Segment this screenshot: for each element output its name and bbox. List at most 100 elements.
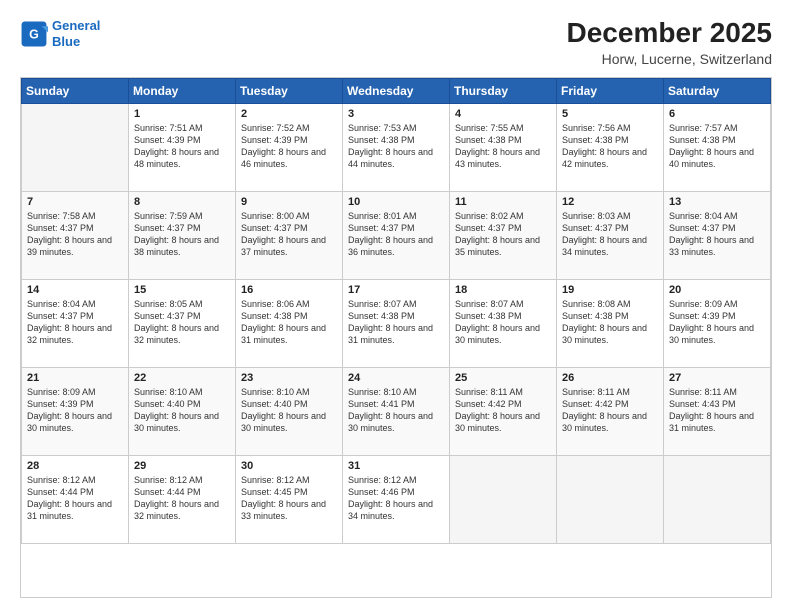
- calendar-cell: 20 Sunrise: 8:09 AMSunset: 4:39 PMDayligh…: [664, 279, 771, 367]
- day-info: Sunrise: 8:07 AMSunset: 4:38 PMDaylight:…: [455, 298, 551, 347]
- day-info: Sunrise: 7:57 AMSunset: 4:38 PMDaylight:…: [669, 122, 765, 171]
- day-number: 27: [669, 372, 765, 384]
- weekday-header: Thursday: [450, 78, 557, 103]
- calendar-cell: 25 Sunrise: 8:11 AMSunset: 4:42 PMDayligh…: [450, 367, 557, 455]
- calendar-cell: 26 Sunrise: 8:11 AMSunset: 4:42 PMDayligh…: [557, 367, 664, 455]
- calendar-cell: 27 Sunrise: 8:11 AMSunset: 4:43 PMDayligh…: [664, 367, 771, 455]
- day-number: 4: [455, 108, 551, 120]
- day-number: 17: [348, 284, 444, 296]
- day-info: Sunrise: 8:10 AMSunset: 4:40 PMDaylight:…: [241, 386, 337, 435]
- day-number: 29: [134, 460, 230, 472]
- calendar-cell: 16 Sunrise: 8:06 AMSunset: 4:38 PMDayligh…: [236, 279, 343, 367]
- day-number: 3: [348, 108, 444, 120]
- day-number: 12: [562, 196, 658, 208]
- day-number: 14: [27, 284, 123, 296]
- day-number: 22: [134, 372, 230, 384]
- day-number: 30: [241, 460, 337, 472]
- day-number: 1: [134, 108, 230, 120]
- weekday-row: SundayMondayTuesdayWednesdayThursdayFrid…: [22, 78, 771, 103]
- day-info: Sunrise: 8:05 AMSunset: 4:37 PMDaylight:…: [134, 298, 230, 347]
- svg-text:G: G: [29, 27, 39, 41]
- day-info: Sunrise: 8:04 AMSunset: 4:37 PMDaylight:…: [27, 298, 123, 347]
- calendar-cell: 1 Sunrise: 7:51 AMSunset: 4:39 PMDaylight…: [129, 103, 236, 191]
- calendar-header: SundayMondayTuesdayWednesdayThursdayFrid…: [22, 78, 771, 103]
- calendar-cell: 10 Sunrise: 8:01 AMSunset: 4:37 PMDayligh…: [343, 191, 450, 279]
- week-row: 7 Sunrise: 7:58 AMSunset: 4:37 PMDaylight…: [22, 191, 771, 279]
- calendar-cell: 4 Sunrise: 7:55 AMSunset: 4:38 PMDaylight…: [450, 103, 557, 191]
- calendar-cell: 18 Sunrise: 8:07 AMSunset: 4:38 PMDayligh…: [450, 279, 557, 367]
- day-number: 5: [562, 108, 658, 120]
- calendar-cell: 6 Sunrise: 7:57 AMSunset: 4:38 PMDaylight…: [664, 103, 771, 191]
- calendar-cell: 31 Sunrise: 8:12 AMSunset: 4:46 PMDayligh…: [343, 455, 450, 543]
- day-number: 8: [134, 196, 230, 208]
- calendar-cell: 21 Sunrise: 8:09 AMSunset: 4:39 PMDayligh…: [22, 367, 129, 455]
- day-info: Sunrise: 7:58 AMSunset: 4:37 PMDaylight:…: [27, 210, 123, 259]
- day-info: Sunrise: 7:59 AMSunset: 4:37 PMDaylight:…: [134, 210, 230, 259]
- calendar-cell: 30 Sunrise: 8:12 AMSunset: 4:45 PMDayligh…: [236, 455, 343, 543]
- calendar-table: SundayMondayTuesdayWednesdayThursdayFrid…: [21, 78, 771, 544]
- calendar-cell: 19 Sunrise: 8:08 AMSunset: 4:38 PMDayligh…: [557, 279, 664, 367]
- main-title: December 2025: [567, 18, 772, 49]
- weekday-header: Saturday: [664, 78, 771, 103]
- day-info: Sunrise: 8:11 AMSunset: 4:42 PMDaylight:…: [455, 386, 551, 435]
- day-info: Sunrise: 8:12 AMSunset: 4:44 PMDaylight:…: [134, 474, 230, 523]
- day-info: Sunrise: 8:09 AMSunset: 4:39 PMDaylight:…: [669, 298, 765, 347]
- calendar: SundayMondayTuesdayWednesdayThursdayFrid…: [20, 77, 772, 598]
- day-number: 16: [241, 284, 337, 296]
- calendar-cell: 2Sunrise: 7:52 AMSunset: 4:39 PMDaylight…: [236, 103, 343, 191]
- calendar-cell: 24 Sunrise: 8:10 AMSunset: 4:41 PMDayligh…: [343, 367, 450, 455]
- day-number: 23: [241, 372, 337, 384]
- day-number: 21: [27, 372, 123, 384]
- weekday-header: Wednesday: [343, 78, 450, 103]
- weekday-header: Friday: [557, 78, 664, 103]
- subtitle: Horw, Lucerne, Switzerland: [567, 51, 772, 67]
- title-block: December 2025 Horw, Lucerne, Switzerland: [567, 18, 772, 67]
- day-number: 10: [348, 196, 444, 208]
- calendar-cell: [557, 455, 664, 543]
- day-number: 6: [669, 108, 765, 120]
- day-number: 24: [348, 372, 444, 384]
- day-info: Sunrise: 8:11 AMSunset: 4:43 PMDaylight:…: [669, 386, 765, 435]
- day-info: Sunrise: 7:52 AMSunset: 4:39 PMDaylight:…: [241, 122, 337, 171]
- day-number: 13: [669, 196, 765, 208]
- day-info: Sunrise: 8:11 AMSunset: 4:42 PMDaylight:…: [562, 386, 658, 435]
- calendar-cell: 29 Sunrise: 8:12 AMSunset: 4:44 PMDayligh…: [129, 455, 236, 543]
- day-number: 11: [455, 196, 551, 208]
- day-info: Sunrise: 8:00 AMSunset: 4:37 PMDaylight:…: [241, 210, 337, 259]
- calendar-cell: 14 Sunrise: 8:04 AMSunset: 4:37 PMDayligh…: [22, 279, 129, 367]
- day-info: Sunrise: 8:01 AMSunset: 4:37 PMDaylight:…: [348, 210, 444, 259]
- day-number: 7: [27, 196, 123, 208]
- day-number: 28: [27, 460, 123, 472]
- day-info: Sunrise: 8:07 AMSunset: 4:38 PMDaylight:…: [348, 298, 444, 347]
- calendar-cell: 28 Sunrise: 8:12 AMSunset: 4:44 PMDayligh…: [22, 455, 129, 543]
- calendar-cell: [22, 103, 129, 191]
- day-number: 15: [134, 284, 230, 296]
- day-number: 26: [562, 372, 658, 384]
- day-info: Sunrise: 7:51 AMSunset: 4:39 PMDaylight:…: [134, 122, 230, 171]
- day-info: Sunrise: 8:12 AMSunset: 4:45 PMDaylight:…: [241, 474, 337, 523]
- week-row: 1 Sunrise: 7:51 AMSunset: 4:39 PMDaylight…: [22, 103, 771, 191]
- day-info: Sunrise: 8:09 AMSunset: 4:39 PMDaylight:…: [27, 386, 123, 435]
- day-number: 19: [562, 284, 658, 296]
- day-info: Sunrise: 8:02 AMSunset: 4:37 PMDaylight:…: [455, 210, 551, 259]
- day-info: Sunrise: 8:12 AMSunset: 4:46 PMDaylight:…: [348, 474, 444, 523]
- logo-icon: G: [20, 20, 48, 48]
- day-number: 25: [455, 372, 551, 384]
- day-info: Sunrise: 8:12 AMSunset: 4:44 PMDaylight:…: [27, 474, 123, 523]
- calendar-cell: 13 Sunrise: 8:04 AMSunset: 4:37 PMDayligh…: [664, 191, 771, 279]
- header: G General Blue December 2025 Horw, Lucer…: [20, 18, 772, 67]
- day-info: Sunrise: 8:10 AMSunset: 4:40 PMDaylight:…: [134, 386, 230, 435]
- day-info: Sunrise: 7:55 AMSunset: 4:38 PMDaylight:…: [455, 122, 551, 171]
- calendar-cell: 17 Sunrise: 8:07 AMSunset: 4:38 PMDayligh…: [343, 279, 450, 367]
- day-info: Sunrise: 8:06 AMSunset: 4:38 PMDaylight:…: [241, 298, 337, 347]
- day-number: 18: [455, 284, 551, 296]
- calendar-cell: 5 Sunrise: 7:56 AMSunset: 4:38 PMDaylight…: [557, 103, 664, 191]
- day-number: 31: [348, 460, 444, 472]
- day-info: Sunrise: 7:56 AMSunset: 4:38 PMDaylight:…: [562, 122, 658, 171]
- day-number: 20: [669, 284, 765, 296]
- day-info: Sunrise: 8:08 AMSunset: 4:38 PMDaylight:…: [562, 298, 658, 347]
- day-info: Sunrise: 8:10 AMSunset: 4:41 PMDaylight:…: [348, 386, 444, 435]
- logo-line2: Blue: [52, 34, 80, 49]
- day-info: Sunrise: 8:04 AMSunset: 4:37 PMDaylight:…: [669, 210, 765, 259]
- day-info: Sunrise: 8:03 AMSunset: 4:37 PMDaylight:…: [562, 210, 658, 259]
